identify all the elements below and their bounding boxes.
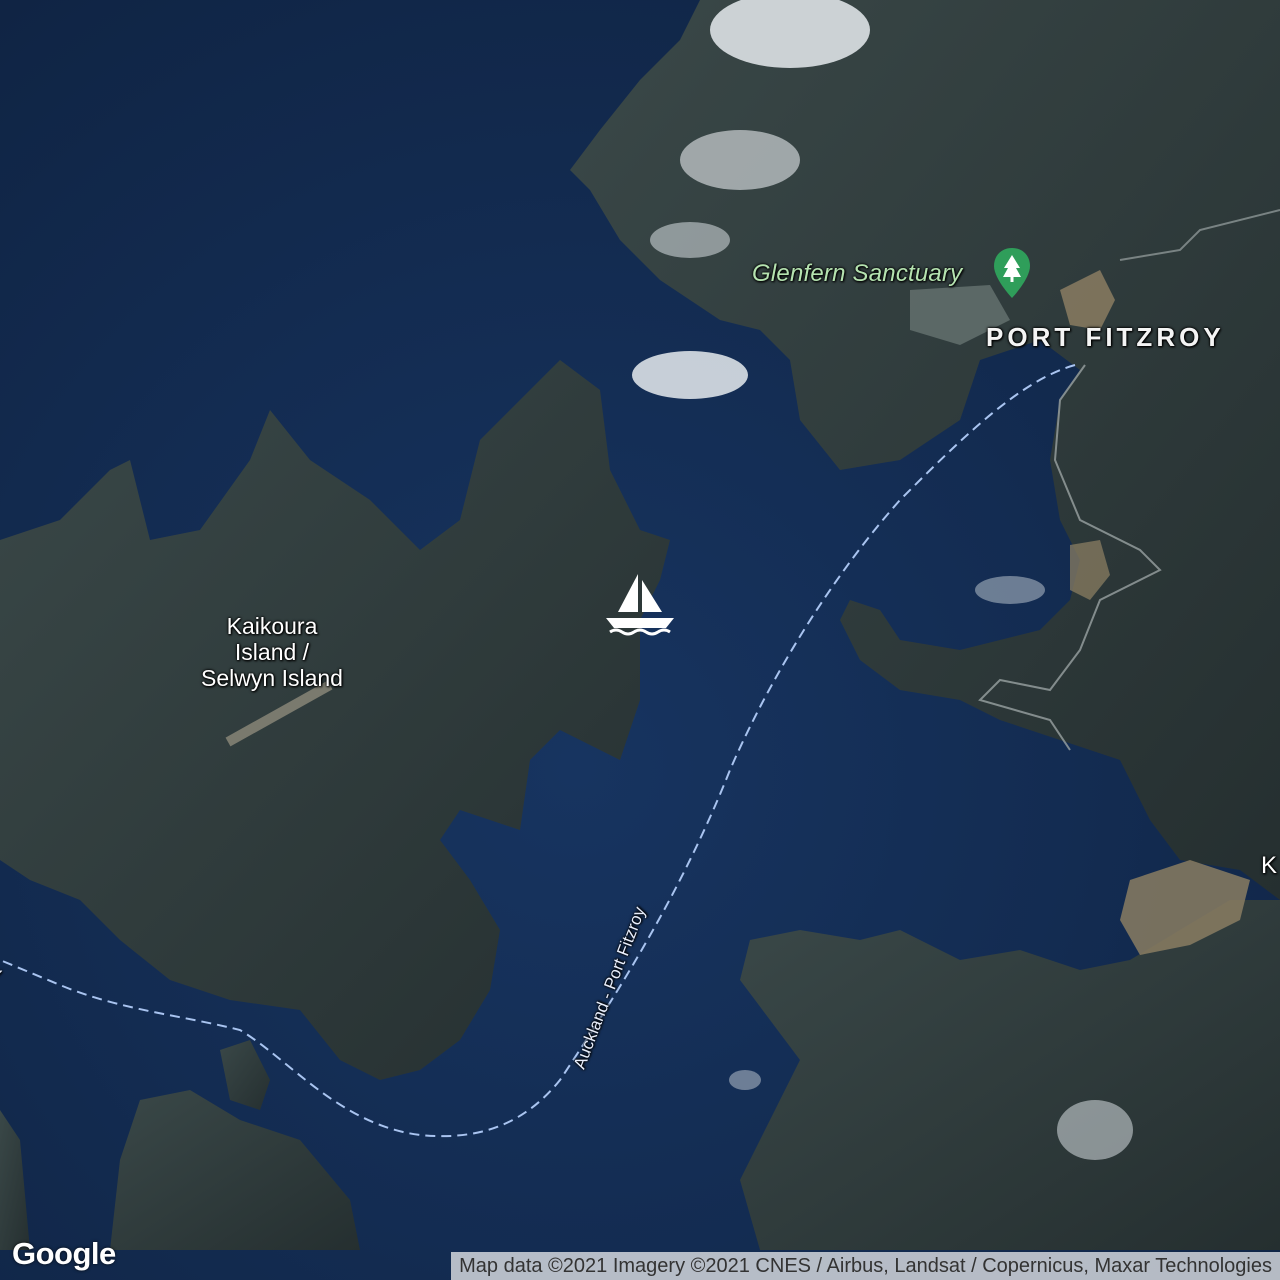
satellite-map[interactable]: Kaikoura Island / Selwyn Island Glenfern…	[0, 0, 1280, 1280]
google-logo: Google	[12, 1236, 116, 1271]
map-attribution[interactable]: Map data ©2021 Imagery ©2021 CNES / Airb…	[451, 1252, 1280, 1280]
sailboat-icon[interactable]	[604, 572, 676, 640]
island-label-line: Kaikoura	[226, 613, 318, 639]
port-fitzroy-label[interactable]: PORT FITZROY	[986, 322, 1225, 353]
southeast-land	[740, 900, 1280, 1250]
island-label-line: Island /	[234, 639, 310, 665]
island-label-line: Selwyn Island	[201, 665, 343, 691]
kaikoura-island-label: Kaikoura Island / Selwyn Island	[172, 613, 372, 691]
edge-place-label: K	[1261, 852, 1278, 879]
tree-pin-icon[interactable]	[992, 246, 1032, 300]
glenfern-sanctuary-label[interactable]: Glenfern Sanctuary	[752, 260, 962, 288]
